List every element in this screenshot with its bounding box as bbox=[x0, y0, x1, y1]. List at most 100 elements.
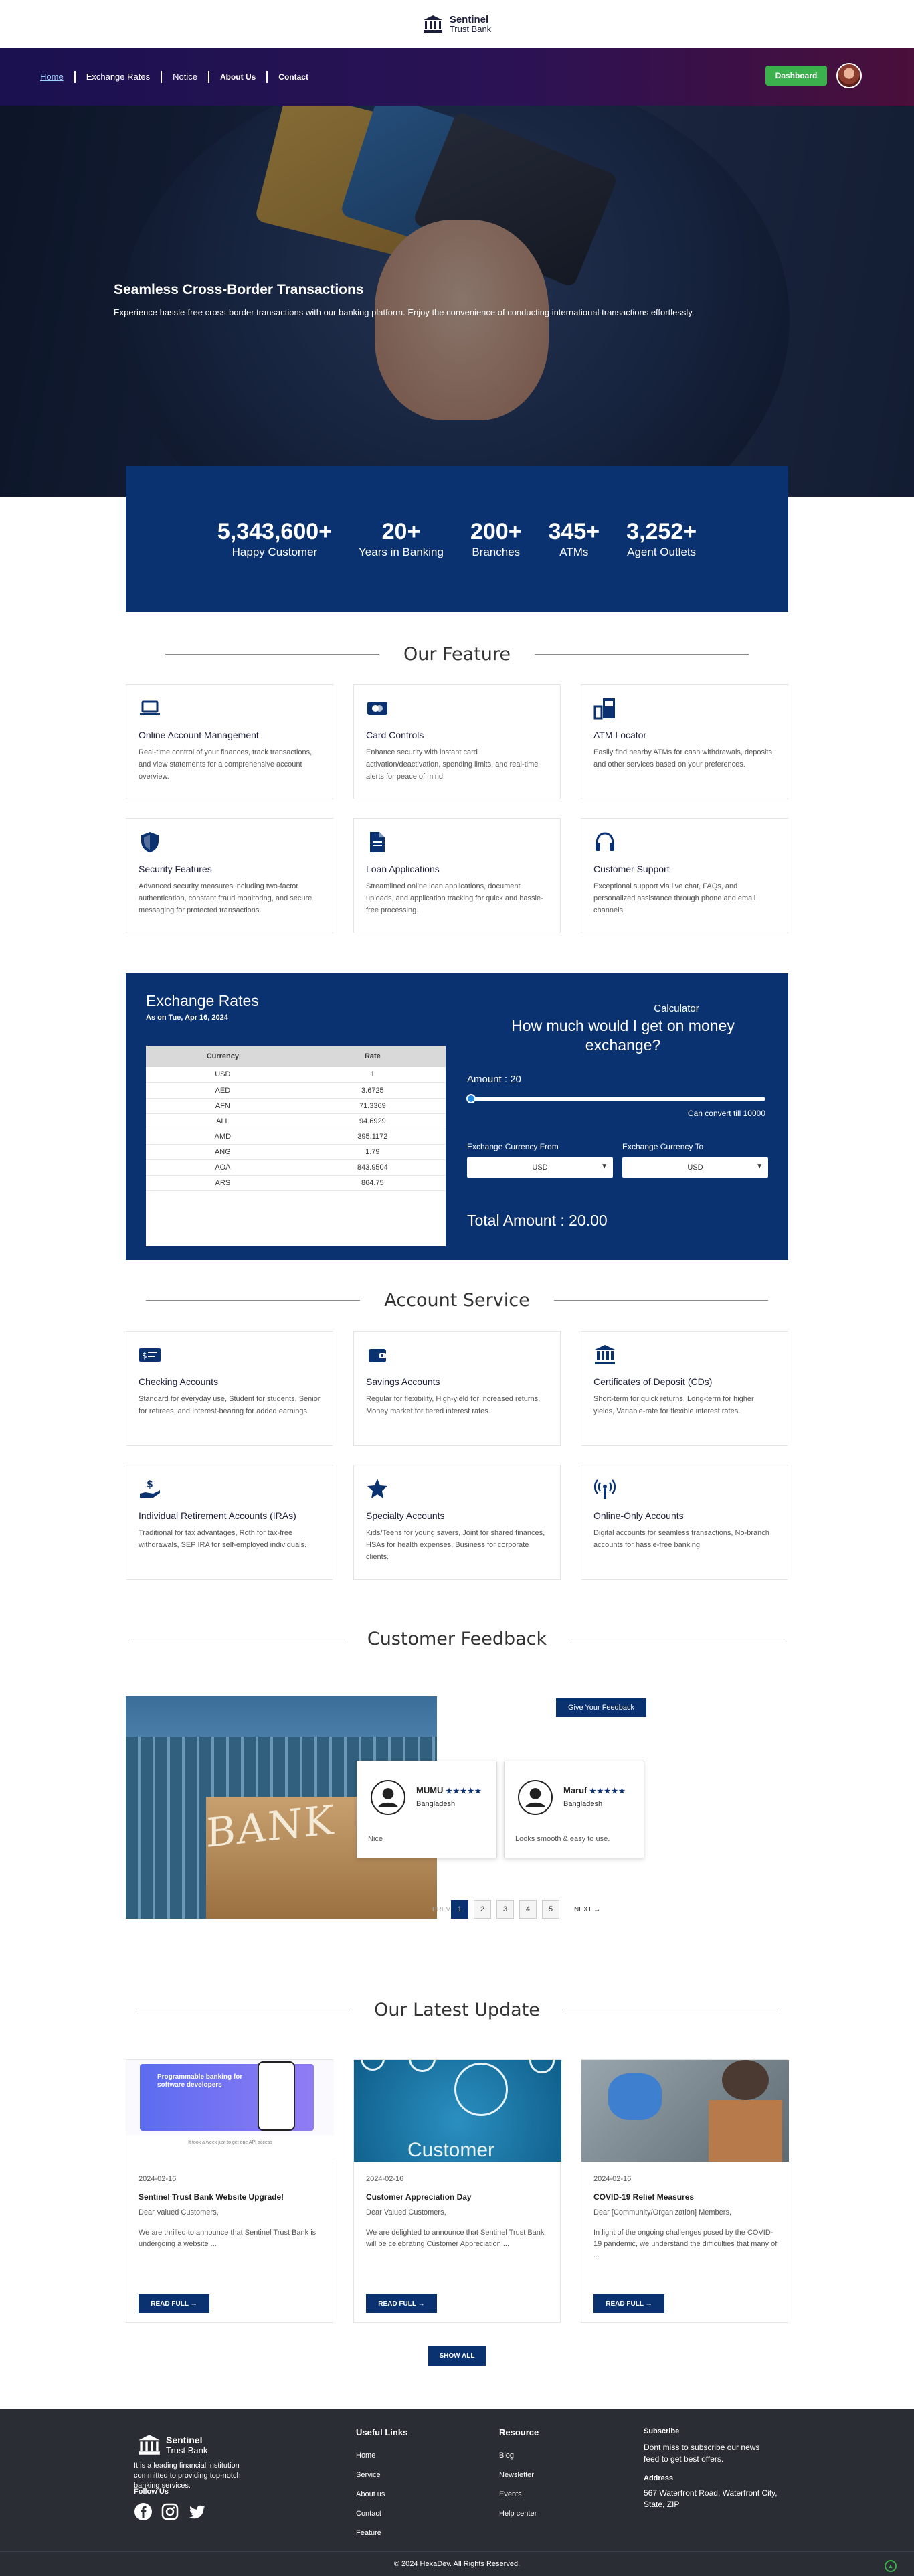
wallet-icon bbox=[369, 1349, 386, 1362]
update-card: Programmable banking for software develo… bbox=[126, 2059, 334, 2323]
next-button[interactable]: NEXT → bbox=[574, 1906, 600, 1913]
twitter-icon[interactable] bbox=[189, 2502, 207, 2521]
read-full-button[interactable]: READ FULL → bbox=[366, 2294, 437, 2313]
footer-link-blog[interactable]: Blog bbox=[499, 2451, 514, 2460]
update-image-title: Customer bbox=[407, 2139, 495, 2161]
brand-logo[interactable]: Sentinel Trust Bank bbox=[423, 15, 491, 34]
account-card[interactable]: Online-Only Accounts Digital accounts for… bbox=[581, 1465, 788, 1580]
footer-link-home[interactable]: Home bbox=[356, 2451, 375, 2460]
instagram-icon[interactable] bbox=[161, 2502, 179, 2521]
give-feedback-button[interactable]: Give Your Feedback bbox=[556, 1698, 646, 1717]
exchange-table[interactable]: Currency Rate USD 1 AED 3.6725 AFN 71.3369 A… bbox=[146, 1046, 446, 1246]
footer-link-about[interactable]: About us bbox=[356, 2490, 385, 2498]
review-card: MUMU ★★★★★ Bangladesh Nice bbox=[357, 1761, 497, 1858]
read-full-button[interactable]: READ FULL → bbox=[593, 2294, 664, 2313]
rating-stars: ★★★★★ bbox=[589, 1787, 626, 1795]
facebook-icon[interactable] bbox=[134, 2502, 153, 2521]
currency-from-select[interactable]: USD ▼ bbox=[467, 1157, 613, 1178]
slider-handle[interactable] bbox=[466, 1094, 476, 1103]
resource-heading: Resource bbox=[499, 2427, 539, 2437]
page-button[interactable]: 2 bbox=[474, 1900, 491, 1919]
stat-customers: 5,343,600+ Happy Customer bbox=[217, 519, 332, 558]
update-date: 2024-02-16 bbox=[366, 2175, 404, 2183]
footer-logo[interactable]: Sentinel Trust Bank bbox=[138, 2434, 207, 2456]
arrow-right-icon: → bbox=[190, 2300, 197, 2308]
accounts-heading: Account Service bbox=[0, 1287, 914, 1313]
page-button[interactable]: 3 bbox=[496, 1900, 514, 1919]
exchange-section: Exchange Rates As on Tue, Apr 16, 2024 C… bbox=[126, 973, 788, 1260]
account-card[interactable]: Specialty Accounts Kids/Teens for young s… bbox=[353, 1465, 561, 1580]
footer-link-newsletter[interactable]: Newsletter bbox=[499, 2471, 534, 2479]
account-card[interactable]: Savings Accounts Regular for flexibility,… bbox=[353, 1331, 561, 1446]
prev-button[interactable]: PREV bbox=[432, 1906, 450, 1913]
nav-about-us[interactable]: About Us bbox=[207, 71, 266, 83]
copyright: © 2024 HexaDev. All Rights Reserved. bbox=[393, 2560, 521, 2568]
update-image bbox=[581, 2060, 789, 2162]
update-title: Sentinel Trust Bank Website Upgrade! bbox=[139, 2192, 284, 2202]
feature-card[interactable]: Loan Applications Streamlined online loan… bbox=[353, 818, 561, 933]
account-card[interactable]: $ Individual Retirement Accounts (IRAs) T… bbox=[126, 1465, 333, 1580]
hero-title: Seamless Cross-Border Transactions bbox=[114, 282, 364, 297]
currency-to-select[interactable]: USD ▼ bbox=[622, 1157, 768, 1178]
dashboard-button[interactable]: Dashboard bbox=[765, 66, 827, 86]
footer-link-events[interactable]: Events bbox=[499, 2490, 522, 2498]
logo-bar: Sentinel Trust Bank bbox=[0, 0, 914, 48]
scroll-to-top-icon[interactable]: ▲ bbox=[885, 2560, 897, 2572]
feature-card[interactable]: Security Features Advanced security measu… bbox=[126, 818, 333, 933]
stat-branches: 200+ Branches bbox=[470, 519, 522, 558]
arrow-right-icon: → bbox=[418, 2300, 425, 2308]
feature-card[interactable]: ATM Locator Easily find nearby ATMs for c… bbox=[581, 684, 788, 799]
table-row: ARS 864.75 bbox=[146, 1175, 446, 1191]
account-card[interactable]: $ Checking Accounts Standard for everyday… bbox=[126, 1331, 333, 1446]
useful-links-heading: Useful Links bbox=[356, 2427, 408, 2437]
page-button[interactable]: 1 bbox=[451, 1900, 468, 1919]
user-avatar[interactable] bbox=[836, 63, 862, 88]
account-card[interactable]: Certificates of Deposit (CDs) Short-term … bbox=[581, 1331, 788, 1446]
feature-card[interactable]: Card Controls Enhance security with insta… bbox=[353, 684, 561, 799]
update-excerpt: We are delighted to announce that Sentin… bbox=[366, 2229, 545, 2248]
update-excerpt: In light of the ongoing challenges posed… bbox=[593, 2229, 778, 2259]
update-image: Programmable banking for software develo… bbox=[126, 2060, 334, 2162]
footer-link-contact[interactable]: Contact bbox=[356, 2510, 381, 2518]
footer-link-service[interactable]: Service bbox=[356, 2471, 381, 2479]
amount-slider[interactable] bbox=[467, 1097, 765, 1101]
convert-limit: Can convert till 10000 bbox=[687, 1109, 765, 1118]
page-button[interactable]: 4 bbox=[519, 1900, 537, 1919]
rating-stars: ★★★★★ bbox=[446, 1787, 482, 1795]
footer-link-help-center[interactable]: Help center bbox=[499, 2510, 537, 2518]
document-icon bbox=[370, 832, 385, 852]
nav-contact[interactable]: Contact bbox=[266, 71, 319, 83]
update-excerpt: We are thrilled to announce that Sentine… bbox=[139, 2229, 316, 2248]
pagination: PREV 1 2 3 4 5 NEXT → bbox=[432, 1900, 600, 1919]
calculator-question: How much would I get on money exchange? bbox=[511, 1017, 735, 1054]
table-row: AFN 71.3369 bbox=[146, 1098, 446, 1114]
table-row: AOA 843.9504 bbox=[146, 1159, 446, 1176]
arrow-right-icon: → bbox=[593, 1905, 601, 1913]
arrow-right-icon: → bbox=[645, 2300, 652, 2308]
nav-exchange-rates[interactable]: Exchange Rates bbox=[74, 71, 161, 83]
cheque-icon: $ bbox=[139, 1348, 161, 1362]
update-title: COVID-19 Relief Measures bbox=[593, 2192, 695, 2202]
read-full-button[interactable]: READ FULL → bbox=[139, 2294, 209, 2313]
page-button[interactable]: 5 bbox=[542, 1900, 559, 1919]
reviewer-name: Maruf bbox=[563, 1785, 587, 1795]
exchange-date: As on Tue, Apr 16, 2024 bbox=[146, 1014, 228, 1022]
amount-label: Amount : 20 bbox=[467, 1074, 521, 1085]
table-row: AMD 395.1172 bbox=[146, 1129, 446, 1145]
subscribe-text: Dont miss to subscribe our news feed to … bbox=[644, 2443, 760, 2464]
show-all-button[interactable]: SHOW ALL bbox=[428, 2346, 486, 2366]
card-icon bbox=[367, 702, 387, 715]
footer-link-feature[interactable]: Feature bbox=[356, 2529, 381, 2537]
nav-notice[interactable]: Notice bbox=[161, 71, 208, 83]
user-avatar-icon bbox=[371, 1780, 405, 1815]
exchange-title: Exchange Rates bbox=[146, 992, 259, 1010]
update-greeting: Dear Valued Customers, bbox=[139, 2208, 219, 2217]
feature-card[interactable]: Online Account Management Real-time contr… bbox=[126, 684, 333, 799]
bank-logo-icon bbox=[139, 2435, 160, 2455]
bank-logo-icon bbox=[423, 15, 442, 33]
chevron-down-icon: ▼ bbox=[756, 1163, 763, 1170]
feature-card[interactable]: Customer Support Exceptional support via … bbox=[581, 818, 788, 933]
update-card: Customer 2024-02-16 Customer Appreciatio… bbox=[353, 2059, 561, 2323]
shield-icon bbox=[141, 832, 159, 852]
nav-home[interactable]: Home bbox=[39, 71, 74, 83]
